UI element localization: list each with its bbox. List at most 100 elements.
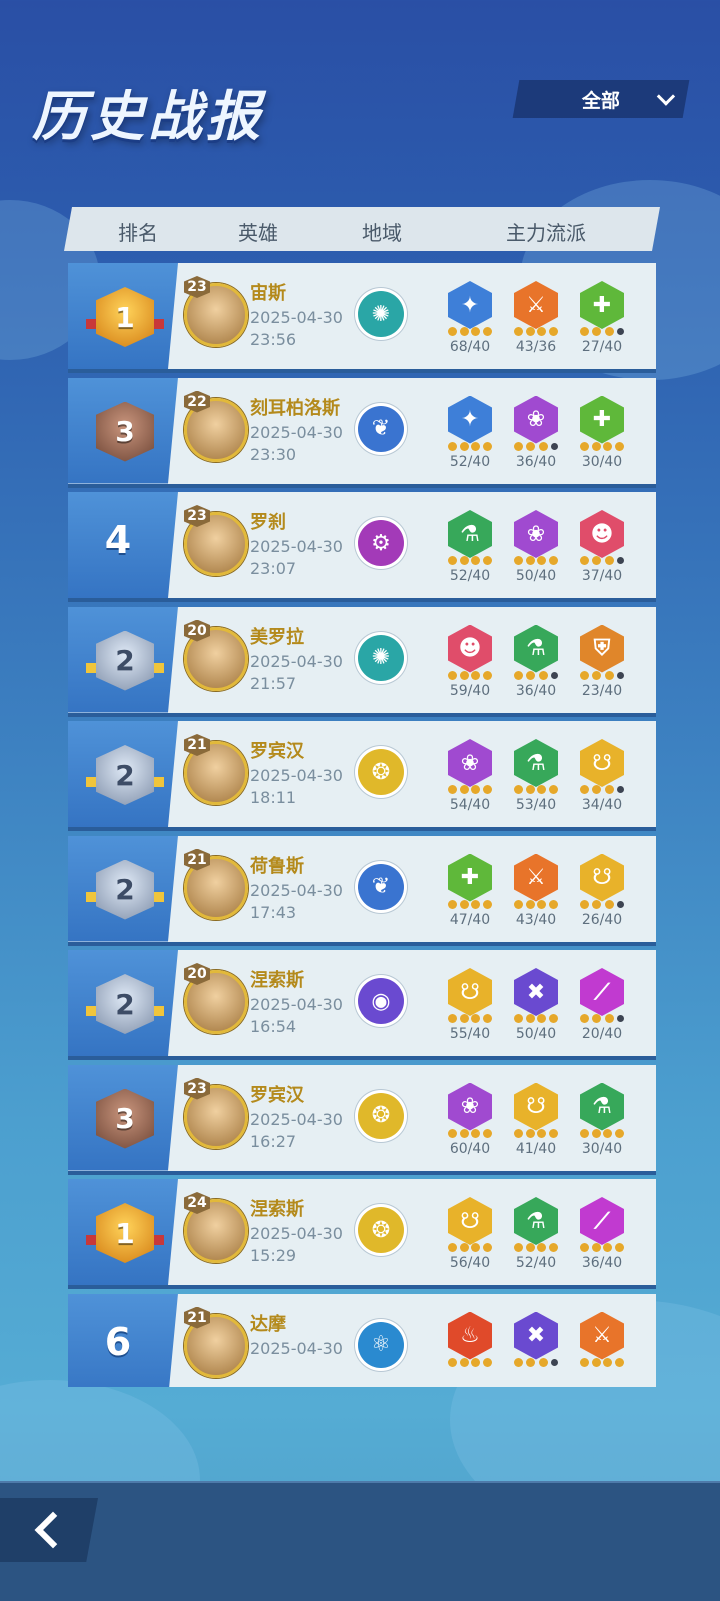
trait-dot <box>604 670 614 680</box>
trait-slot[interactable]: ⚔ 43/36 <box>512 281 560 363</box>
hero-name: 罗宾汉 <box>250 1084 304 1106</box>
trait-slot[interactable]: ⚗ 30/40 <box>578 1082 626 1165</box>
trait-level-dots <box>448 1357 492 1367</box>
column-header-region: 地域 <box>362 221 402 245</box>
trait-dot <box>459 785 469 794</box>
trait-slot[interactable]: ☻ 59/40 <box>446 624 494 707</box>
trait-slot[interactable]: ✚ 30/40 <box>578 395 626 478</box>
match-row[interactable]: 2 20 美罗拉 2025-04-30 21:57 ✺ ☻ 59/40 ⚗ 36/… <box>68 606 656 713</box>
rank-number: 2 <box>115 644 135 677</box>
match-row[interactable]: 1 23 宙斯 2025-04-30 23:56 ✺ ✦ 68/40 ⚔ 43/3… <box>68 263 656 369</box>
trait-icon: ⚗ <box>514 739 558 787</box>
trait-slot[interactable]: ⟋ 20/40 <box>578 968 626 1050</box>
match-row[interactable]: 2 21 罗宾汉 2025-04-30 18:11 ❂ ❀ 54/40 ⚗ 53/… <box>68 721 656 827</box>
trait-dot <box>526 1357 536 1367</box>
trait-dot <box>526 670 536 680</box>
trait-slot[interactable]: ✚ 47/40 <box>446 853 494 936</box>
region-icon: ❂ <box>358 1092 404 1139</box>
region-icon: ⚛ <box>358 1321 404 1368</box>
hero-name: 达摩 <box>250 1313 286 1335</box>
rank-cell: 2 <box>68 721 178 827</box>
trait-count: 52/40 <box>449 453 491 470</box>
trait-dot <box>616 557 624 564</box>
trait-slot[interactable]: ⟋ 36/40 <box>578 1197 626 1279</box>
trait-slot[interactable]: ✚ 27/40 <box>578 281 626 363</box>
trait-icon: ✚ <box>448 853 492 902</box>
region-icon: ✺ <box>358 291 404 337</box>
trait-dot <box>580 556 589 565</box>
trait-slot[interactable]: ❀ 60/40 <box>446 1082 494 1165</box>
trait-dot <box>525 899 535 909</box>
trait-count: 47/40 <box>449 911 491 928</box>
trait-slot[interactable]: ⚗ 36/40 <box>512 624 560 707</box>
trait-count: 50/40 <box>515 1026 557 1042</box>
trait-dot <box>514 1357 523 1367</box>
match-history-list[interactable]: 1 2 3 宙斯 2025-04-30 23:56 ✺ ✦ 68/40 ⚔ 43/3… <box>68 263 656 1387</box>
trait-dot <box>548 1014 558 1023</box>
match-row[interactable]: 3 22 刻耳柏洛斯 2025-04-30 23:30 ❦ ✦ 52/40 ❀ 3… <box>68 377 656 484</box>
trait-level-dots <box>448 1128 492 1138</box>
trait-dot <box>603 1128 613 1138</box>
trait-dot <box>471 670 481 680</box>
trait-dot <box>459 1014 469 1023</box>
trait-slot[interactable]: ⚗ 52/40 <box>512 1197 560 1279</box>
trait-icon: ✦ <box>448 395 492 444</box>
trait-slot[interactable]: ⚗ 53/40 <box>512 739 560 821</box>
trait-dot <box>616 671 624 679</box>
region-icon: ⚙ <box>358 520 404 566</box>
trait-slot[interactable]: ⛨ 23/40 <box>578 624 626 707</box>
trait-icon: ❀ <box>514 510 558 558</box>
trait-slot[interactable]: ☻ 37/40 <box>578 510 626 592</box>
trait-slot[interactable]: ⚔ 43/40 <box>512 853 560 936</box>
trait-dot <box>580 1243 589 1252</box>
trait-dot <box>537 1128 547 1138</box>
back-button[interactable] <box>0 1498 98 1562</box>
trait-slot[interactable]: ☋ 55/40 <box>446 968 494 1050</box>
trait-slot[interactable]: ❀ 54/40 <box>446 739 494 821</box>
trait-slot[interactable]: ✖ <box>512 1311 560 1388</box>
trait-dot <box>471 1357 481 1367</box>
rank-badge-icon: 2 <box>96 859 154 920</box>
column-header-traits: 主力流派 <box>506 221 586 245</box>
match-row[interactable]: 6 21 达摩 2025-04-30 ⚛ ♨ ✖ ⚔ <box>68 1293 656 1388</box>
filter-dropdown[interactable]: 全部 <box>512 80 690 118</box>
trait-slot[interactable]: ❀ 36/40 <box>512 395 560 478</box>
trait-slot[interactable]: ⚔ <box>578 1311 626 1388</box>
trait-count: 55/40 <box>449 1026 491 1042</box>
trait-slot[interactable]: ☋ 34/40 <box>578 739 626 821</box>
trait-slot[interactable]: ✦ 68/40 <box>446 281 494 363</box>
trait-slot[interactable]: ✦ 52/40 <box>446 395 494 478</box>
trait-slot[interactable]: ☋ 41/40 <box>512 1082 560 1165</box>
trait-icon: ⚗ <box>514 1197 558 1245</box>
trait-dot <box>514 899 523 909</box>
trait-icon: ✦ <box>448 281 492 329</box>
hero-name: 罗刹 <box>250 512 286 533</box>
trait-level-dots <box>514 899 558 909</box>
trait-dot <box>459 327 469 336</box>
trait-slot[interactable]: ❀ 50/40 <box>512 510 560 592</box>
rank-cell: 1 <box>68 263 178 369</box>
trait-slot[interactable]: ⚗ 52/40 <box>446 510 494 592</box>
trait-dot <box>580 785 589 794</box>
trait-slot[interactable]: ☋ 26/40 <box>578 853 626 936</box>
match-row[interactable]: 3 23 罗宾汉 2025-04-30 16:27 ❂ ❀ 60/40 ☋ 41/… <box>68 1064 656 1171</box>
rank-cell: 3 <box>68 1064 178 1171</box>
trait-dot <box>471 441 481 451</box>
hero-name: 刻耳柏洛斯 <box>250 397 340 419</box>
trait-dot <box>514 441 523 451</box>
trait-icon: ⚔ <box>514 281 558 329</box>
trait-slot[interactable]: ✖ 50/40 <box>512 968 560 1050</box>
trait-dot <box>616 786 624 793</box>
match-row[interactable]: 2 21 荷鲁斯 2025-04-30 17:43 ❦ ✚ 47/40 ⚔ 43/… <box>68 835 656 942</box>
trait-slot[interactable]: ☋ 56/40 <box>446 1197 494 1279</box>
rank-badge-icon: 1 <box>96 287 154 347</box>
trait-slot[interactable]: ♨ <box>446 1311 494 1388</box>
match-row[interactable]: 2 20 涅索斯 2025-04-30 16:54 ◉ ☋ 55/40 ✖ 50/… <box>68 950 656 1056</box>
match-row[interactable]: 1 24 涅索斯 2025-04-30 15:29 ❂ ☋ 56/40 ⚗ 52/… <box>68 1179 656 1285</box>
trait-dot <box>603 1357 613 1367</box>
hero-name: 涅索斯 <box>250 1199 304 1220</box>
trait-icon: ⚗ <box>580 1082 624 1131</box>
match-row[interactable]: 4 23 罗刹 2025-04-30 23:07 ⚙ ⚗ 52/40 ❀ 50/4… <box>68 492 656 598</box>
trait-count: 30/40 <box>581 1140 623 1157</box>
trait-dot <box>614 1357 624 1367</box>
